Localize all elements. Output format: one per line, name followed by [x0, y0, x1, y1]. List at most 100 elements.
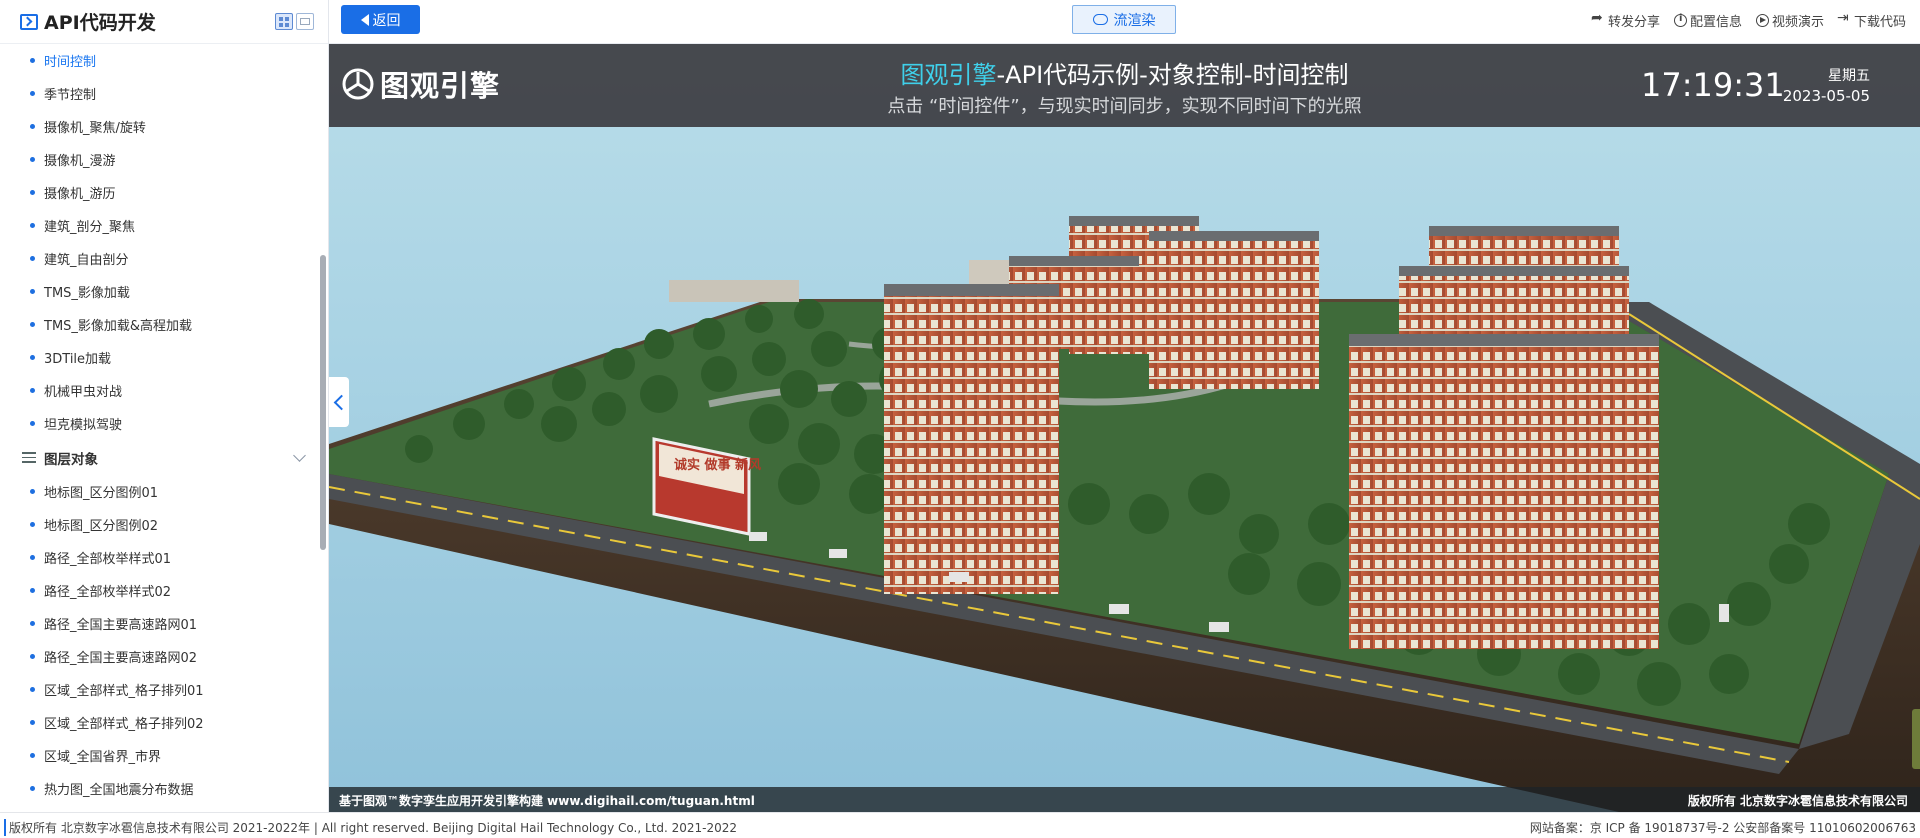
sidebar-item-label: 区域_全部样式_格子排列02 [44, 717, 204, 732]
sidebar-item-label: 地标图_区分图例01 [44, 486, 159, 501]
download-code-button[interactable]: 下载代码 [1837, 10, 1906, 30]
stream-render-label: 流渲染 [1113, 12, 1156, 29]
viewport-copyright: 版权所有 北京数字冰雹信息技术有限公司 [1687, 794, 1908, 808]
grid-view-icon[interactable] [275, 13, 293, 30]
sidebar-scrollbar[interactable] [320, 255, 326, 550]
sidebar-item[interactable]: 地标图_区分图例01 [0, 475, 328, 508]
sidebar-item-label: 区域_全国省界_市界 [44, 750, 162, 765]
page-footer: 版权所有 北京数字冰雹信息技术有限公司 2021-2022年 | All rig… [0, 812, 1920, 838]
stream-render-button[interactable]: 流渲染 [1072, 5, 1176, 34]
back-button-label: 返回 [372, 12, 401, 29]
city-scene[interactable]: 诚实 做事 新风 [329, 44, 1920, 812]
sidebar-item-label: TMS_影像加载 [44, 286, 130, 301]
sidebar-item[interactable]: 3DTile加载 [0, 341, 328, 374]
bullet-icon [30, 654, 35, 659]
clock-time: 17:19:31 [1641, 66, 1785, 104]
top-toolbar: 返回 流渲染 转发分享 配置信息 视频演示 下载代码 [329, 0, 1920, 44]
sidebar-item[interactable]: 摄像机_游历 [0, 176, 328, 209]
sidebar-item[interactable]: 路径_全国主要高速路网01 [0, 607, 328, 640]
headline-brand: 图观引擎 [900, 61, 997, 89]
sidebar-item[interactable]: 季节控制 [0, 77, 328, 110]
sidebar-item-label: 3DTile加载 [44, 352, 112, 367]
terminal-icon [20, 13, 38, 30]
sidebar-item[interactable]: 路径_全部枚举样式02 [0, 574, 328, 607]
play-icon [1755, 14, 1769, 27]
app-root: API代码开发 时间控制 季节控制 摄像机_聚焦/旋转 摄像机_漫游 摄像机_游历 建筑_… [0, 0, 1920, 838]
sidebar-item[interactable]: TMS_影像加载&高程加载 [0, 308, 328, 341]
sidebar-item-label: 地标图_区分图例02 [44, 519, 159, 534]
3d-viewport[interactable]: 诚实 做事 新风 图观引擎 图观引擎-API代码示例-对象控制-时间控制 点击 … [329, 44, 1920, 812]
right-edge-handle[interactable] [1912, 709, 1920, 769]
sidebar-item-label: 路径_全国主要高速路网01 [44, 618, 198, 633]
sidebar-title: API代码开发 [44, 12, 156, 34]
bullet-icon [30, 522, 35, 527]
sidebar-item-label: 摄像机_游历 [44, 187, 116, 202]
bullet-icon [30, 322, 35, 327]
sidebar-item[interactable]: 路径_全部枚举样式01 [0, 541, 328, 574]
back-button[interactable]: 返回 [341, 5, 420, 34]
bullet-icon [30, 157, 35, 162]
sidebar-item[interactable]: 建筑_自由剖分 [0, 242, 328, 275]
sidebar-item-label: 坦克模拟驾驶 [44, 418, 123, 433]
sidebar-item[interactable]: 坦克模拟驾驶 [0, 407, 328, 440]
headline-rest: -API代码示例-对象控制-时间控制 [996, 61, 1349, 89]
bullet-icon [30, 588, 35, 593]
bullet-icon [30, 720, 35, 725]
sidebar-item-label: 摄像机_漫游 [44, 154, 116, 169]
sidebar-item-label: 机械甲虫对战 [44, 385, 123, 400]
sidebar-item-label: 摄像机_聚焦/旋转 [44, 121, 146, 136]
top-actions: 转发分享 配置信息 视频演示 下载代码 [1578, 10, 1906, 30]
sidebar-item-label: TMS_影像加载&高程加载 [44, 319, 193, 334]
download-code-label: 下载代码 [1853, 15, 1906, 30]
sidebar-item[interactable]: 摄像机_聚焦/旋转 [0, 110, 328, 143]
viewport-footer: 基于图观™数字孪生应用开发引擎构建 www.digihail.com/tugua… [329, 787, 1920, 812]
share-label: 转发分享 [1607, 15, 1660, 30]
sidebar-item[interactable]: TMS_影像加载 [0, 275, 328, 308]
sidebar-item-label: 建筑_自由剖分 [44, 253, 129, 268]
bullet-icon [30, 58, 35, 63]
sidebar-item[interactable]: 路径_全国主要高速路网02 [0, 640, 328, 673]
chevron-left-icon [333, 394, 350, 410]
sidebar-item[interactable]: 机械甲虫对战 [0, 374, 328, 407]
sidebar-item-label: 区域_全部样式_格子排列01 [44, 684, 204, 699]
back-arrow-icon [360, 13, 369, 26]
footer-icp: 网站备案：京 ICP 备 19018737号-2 公安部备案号 11010602… [1529, 821, 1916, 835]
info-icon [1673, 13, 1687, 27]
sidebar-item[interactable]: 建筑_剖分_聚焦 [0, 209, 328, 242]
sidebar-item[interactable]: 摄像机_漫游 [0, 143, 328, 176]
sidebar-item-label: 路径_全部枚举样式01 [44, 552, 172, 567]
bullet-icon [30, 190, 35, 195]
cloud-upload-icon [1092, 14, 1108, 25]
bullet-icon [30, 555, 35, 560]
sidebar-group-layer-objects[interactable]: 图层对象 [0, 440, 328, 475]
share-icon [1591, 10, 1605, 27]
sidebar-item[interactable]: 区域_全部样式_格子排列02 [0, 706, 328, 739]
bullet-icon [30, 289, 35, 294]
clock-weekday: 星期五 [1828, 68, 1870, 84]
config-info-button[interactable]: 配置信息 [1673, 11, 1742, 30]
sidebar-item[interactable]: 热力图_全国地震分布数据 [0, 772, 328, 805]
sidebar-item[interactable]: 时间控制 [0, 44, 328, 77]
sidebar-item-label: 建筑_剖分_聚焦 [44, 220, 136, 235]
sidebar-item-label: 热力图_全国地震分布数据 [44, 783, 194, 798]
engine-credit: 基于图观™数字孪生应用开发引擎构建 www.digihail.com/tugua… [339, 794, 755, 808]
video-demo-label: 视频演示 [1771, 15, 1824, 30]
video-demo-button[interactable]: 视频演示 [1755, 11, 1824, 30]
bullet-icon [30, 489, 35, 494]
image-view-icon[interactable] [296, 13, 314, 30]
sidebar-list: 时间控制季节控制摄像机_聚焦/旋转 摄像机_漫游 摄像机_游历建筑_剖分_聚焦 建筑_… [0, 44, 328, 812]
download-icon [1837, 10, 1851, 27]
title-banner: 图观引擎 图观引擎-API代码示例-对象控制-时间控制 点击 “时间控件”，与现… [329, 44, 1920, 127]
bullet-icon [30, 421, 35, 426]
share-button[interactable]: 转发分享 [1591, 10, 1660, 30]
sidebar-item-label: 时间控制 [44, 55, 97, 70]
bullet-icon [30, 621, 35, 626]
chevron-down-icon[interactable] [293, 449, 306, 462]
billboard-text: 诚实 做事 新风 [674, 457, 761, 473]
sidebar-item[interactable]: 区域_全部样式_格子排列01 [0, 673, 328, 706]
sidebar-item[interactable]: 区域_全国省界_市界 [0, 739, 328, 772]
sidebar-item[interactable]: 地标图_区分图例02 [0, 508, 328, 541]
collapse-sidebar-button[interactable] [329, 377, 350, 427]
bullet-icon [30, 687, 35, 692]
bullet-icon [30, 124, 35, 129]
